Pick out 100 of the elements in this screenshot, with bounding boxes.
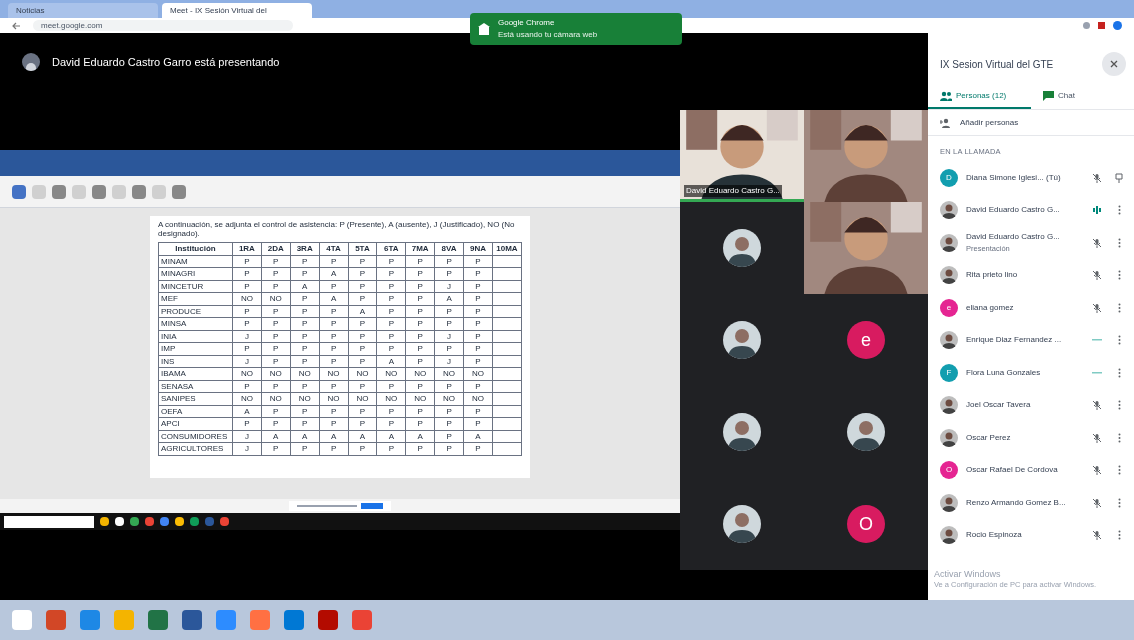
participant-name: Diana Simone Iglesi... (Tú) (966, 171, 1062, 184)
table-cell: IMP (158, 342, 233, 355)
column-header: 5TA (348, 242, 377, 255)
close-button[interactable] (1102, 52, 1126, 76)
table-cell: P (319, 405, 348, 418)
participant-avatar (940, 428, 958, 447)
table-cell: MINCETUR (158, 280, 233, 293)
table-cell: P (290, 442, 320, 455)
participant-name: David Eduardo Castro G... (966, 204, 1061, 216)
browser-tab[interactable]: Noticias (8, 3, 158, 18)
table-cell: P (319, 255, 348, 268)
table-cell: P (290, 405, 320, 418)
table-cell: J (232, 442, 262, 455)
table-cell: NO (463, 367, 493, 380)
more-icon[interactable] (1117, 530, 1121, 540)
table-cell: NO (232, 392, 262, 405)
table-cell: A (290, 280, 320, 293)
table-cell: P (261, 442, 291, 455)
table-cell: P (232, 267, 262, 280)
table-cell: J (434, 280, 464, 293)
table-cell: P (261, 417, 291, 430)
table-cell: A (290, 430, 320, 443)
back-icon[interactable] (12, 21, 21, 30)
table-cell: P (348, 342, 377, 355)
table-cell: P (348, 355, 377, 368)
table-cell: P (261, 255, 291, 268)
more-icon[interactable] (1117, 367, 1121, 378)
profile-icon[interactable] (1113, 21, 1122, 30)
search-field[interactable] (4, 515, 94, 528)
panel-tab[interactable]: Chat (1031, 85, 1134, 109)
table-cell: NO (232, 292, 262, 305)
activation-title: Activar Windows (934, 569, 1002, 580)
table-cell: P (463, 405, 493, 418)
more-icon[interactable] (1117, 302, 1121, 313)
table-cell: P (434, 442, 464, 455)
table-cell: P (319, 355, 348, 368)
table-cell: NO (319, 367, 348, 380)
table-cell: P (434, 417, 464, 430)
table-cell: P (319, 442, 348, 455)
table-cell: P (434, 405, 464, 418)
table-cell: P (434, 267, 464, 280)
participant-name: David Eduardo Castro G... (966, 230, 1061, 243)
table-cell: NO (463, 392, 493, 405)
table-cell: P (319, 305, 348, 318)
add-people-button[interactable]: Añadir personas (960, 116, 1019, 129)
participant-name: Oscar Rafael De Cordova (966, 464, 1059, 476)
table-cell: P (348, 292, 377, 305)
more-icon[interactable] (1117, 270, 1121, 280)
browser-tab[interactable]: Meet - IX Sesión Virtual del (162, 3, 312, 18)
table-cell: NO (232, 367, 262, 380)
table-cell: P (290, 317, 320, 330)
panel-tab[interactable]: Personas (12) (928, 85, 1031, 109)
table-cell: P (376, 417, 406, 430)
table-cell: NO (434, 392, 464, 405)
notification-title: Google Chrome (498, 17, 556, 29)
table-cell: A (319, 292, 348, 305)
more-icon[interactable] (1117, 497, 1121, 508)
table-cell: A (319, 430, 348, 443)
table-cell: NO (290, 392, 320, 405)
column-header: 6TA (376, 242, 406, 255)
table-cell: P (261, 355, 291, 368)
more-icon[interactable] (1117, 237, 1121, 248)
table-cell: P (405, 417, 435, 430)
table-cell: A (405, 430, 435, 443)
table-cell: P (290, 380, 320, 393)
address-bar[interactable]: meet.google.com (33, 20, 293, 31)
paragraph: A continuación, se adjunta el control de asistencia: P (Presente), A (ausente), J (Justificado), NO (No designado). (158, 220, 516, 238)
table-cell: P (434, 305, 464, 318)
pin-icon[interactable] (1115, 172, 1123, 183)
table-cell: P (405, 280, 435, 293)
table-cell: P (290, 330, 320, 343)
table-cell: P (348, 317, 377, 330)
table-cell: MEF (158, 292, 233, 305)
notification-text: Está usando tu cámara web (498, 29, 598, 41)
table-cell: P (405, 292, 435, 305)
participant-avatar (940, 396, 958, 414)
more-icon[interactable] (1117, 335, 1121, 345)
column-header: 7MA (405, 242, 435, 255)
table-cell: A (376, 430, 406, 443)
participant-avatar (940, 266, 958, 284)
table-cell: J (232, 430, 262, 443)
column-header: 4TA (319, 242, 348, 255)
presenter-avatar (22, 53, 40, 71)
more-icon[interactable] (1117, 465, 1121, 475)
table-cell: A (232, 405, 262, 418)
table-cell: P (463, 292, 493, 305)
table-cell: P (319, 280, 348, 293)
column-header: 1RA (232, 242, 262, 255)
letter-avatar: e (847, 321, 885, 359)
table-cell: P (463, 442, 493, 455)
table-cell: P (232, 342, 262, 355)
more-icon[interactable] (1117, 400, 1121, 410)
table-cell: P (319, 417, 348, 430)
table-cell: SENASA (158, 380, 233, 393)
table-cell: APCI (158, 417, 233, 430)
table-cell: P (463, 355, 493, 368)
more-icon[interactable] (1117, 205, 1121, 215)
close-icon (1110, 60, 1118, 68)
table-cell: MINAGRI (158, 267, 233, 280)
more-icon[interactable] (1117, 432, 1121, 443)
